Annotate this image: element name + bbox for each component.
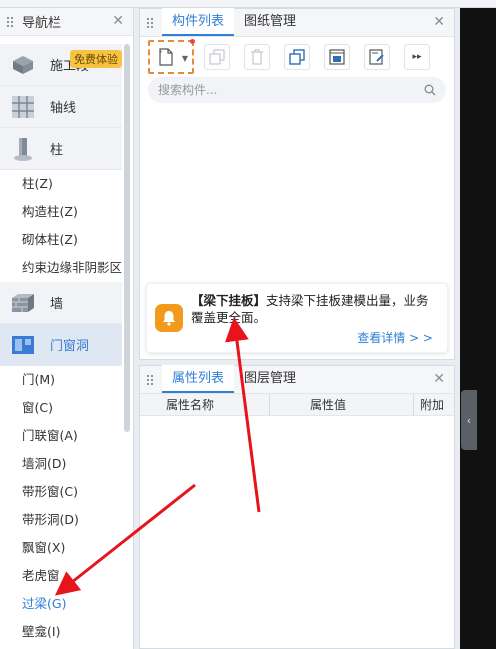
nav-item-masonry-column[interactable]: 砌体柱(Z): [0, 226, 122, 254]
copy-button[interactable]: [204, 44, 230, 70]
nav-cat-axis[interactable]: 轴线: [0, 86, 122, 128]
search-input[interactable]: [158, 83, 424, 97]
nav-item-door-window[interactable]: 门联窗(A): [0, 422, 122, 450]
nav-list: 施工段 免费体验 轴线 柱 柱(Z) 构造柱(Z) 砌体柱(Z) 约束边缘非阴影…: [0, 44, 122, 646]
grid-icon: [10, 94, 36, 120]
component-list-panel: 构件列表 图纸管理 ✕ * ▼ ▸▸ 搜索构件... 【梁下挂板】支持梁下挂板建…: [139, 8, 455, 360]
property-table-header: 属性名称 属性值 附加: [140, 394, 454, 416]
promo-title: 【梁下挂板】: [191, 293, 267, 308]
nav-cat-column[interactable]: 柱: [0, 128, 122, 170]
tab-property-list[interactable]: 属性列表: [162, 365, 235, 393]
property-tabs: 属性列表 图层管理 ✕: [140, 365, 454, 394]
tab-layer-management[interactable]: 图层管理: [234, 365, 306, 393]
nav-item-lintel[interactable]: 过梁(G): [0, 590, 122, 618]
bell-icon: [155, 304, 183, 332]
nav-cat-wall[interactable]: 墙: [0, 282, 122, 324]
layer-copy-button[interactable]: [284, 44, 310, 70]
nav-item-wall-opening[interactable]: 墙洞(D): [0, 450, 122, 478]
trash-icon: [251, 49, 263, 65]
close-icon[interactable]: ✕: [112, 13, 124, 29]
nav-item-edge-constraint[interactable]: 约束边缘非阴影区...: [0, 254, 122, 282]
new-component-button[interactable]: * ▼: [148, 39, 195, 74]
component-toolbar: * ▼ ▸▸: [140, 37, 454, 77]
column-header-property-value: 属性值: [270, 394, 414, 415]
navigation-panel: 导航栏 ✕ 施工段 免费体验 轴线 柱 柱(Z) 构造柱(Z) 砌体柱(Z) 约…: [0, 8, 134, 649]
nav-header: 导航栏 ✕: [0, 8, 133, 36]
svg-text:*: *: [159, 49, 163, 57]
door-window-icon: [10, 332, 36, 358]
promo-card: 【梁下挂板】支持梁下挂板建模出量，业务覆盖更全面。 查看详情 > >: [146, 283, 448, 353]
wall-icon: [10, 290, 36, 316]
more-tools-button[interactable]: ▸▸: [404, 44, 430, 70]
nav-title: 导航栏: [22, 16, 62, 31]
canvas-area: [460, 8, 496, 649]
free-trial-badge[interactable]: 免费体验: [70, 50, 122, 68]
notification-dot: [190, 39, 195, 44]
chevron-left-icon: ‹: [466, 413, 472, 427]
collapse-panel-tab[interactable]: ‹: [461, 390, 477, 450]
batch-edit-button[interactable]: [364, 44, 390, 70]
component-search[interactable]: [148, 77, 446, 103]
close-icon[interactable]: ✕: [433, 371, 445, 387]
nav-cat-label: 轴线: [50, 101, 77, 116]
drag-handle-icon[interactable]: [146, 16, 154, 29]
nav-item-door[interactable]: 门(M): [0, 366, 122, 394]
search-icon[interactable]: [424, 84, 436, 96]
drag-handle-icon[interactable]: [6, 15, 14, 28]
view-details-link[interactable]: 查看详情 > >: [357, 329, 433, 346]
batch-edit-icon: [369, 49, 384, 65]
nav-cat-label: 墙: [50, 297, 64, 312]
nav-item-dormer-window[interactable]: 老虎窗: [0, 562, 122, 590]
column-icon: [10, 136, 36, 162]
double-chevron-right-icon: ▸▸: [412, 52, 422, 62]
nav-cat-construction-section[interactable]: 施工段 免费体验: [0, 44, 122, 86]
top-strip: [0, 0, 496, 8]
delete-button[interactable]: [244, 44, 270, 70]
nav-scrollbar[interactable]: [124, 44, 130, 432]
copy-icon: [209, 49, 225, 65]
nav-item-niche[interactable]: 壁龛(I): [0, 618, 122, 646]
tab-component-list[interactable]: 构件列表: [162, 8, 235, 36]
nav-cat-label: 柱: [50, 143, 64, 158]
nav-item-window[interactable]: 窗(C): [0, 394, 122, 422]
nav-cat-label: 门窗洞: [50, 339, 90, 354]
tab-drawing-management[interactable]: 图纸管理: [234, 8, 306, 36]
component-tabs: 构件列表 图纸管理 ✕: [140, 8, 454, 37]
floor-copy-icon: [329, 49, 345, 65]
column-header-property-name: 属性名称: [140, 394, 270, 415]
column-header-attach: 附加: [420, 398, 445, 412]
promo-text: 【梁下挂板】支持梁下挂板建模出量，业务覆盖更全面。: [191, 292, 441, 326]
nav-item-column[interactable]: 柱(Z): [0, 170, 122, 198]
property-panel: 属性列表 图层管理 ✕ 属性名称 属性值 附加: [139, 365, 455, 649]
nav-item-bay-window[interactable]: 飘窗(X): [0, 534, 122, 562]
nav-item-strip-opening[interactable]: 带形洞(D): [0, 506, 122, 534]
close-icon[interactable]: ✕: [433, 14, 445, 30]
layer-copy-icon: [289, 49, 305, 65]
nav-item-constructional-column[interactable]: 构造柱(Z): [0, 198, 122, 226]
drag-handle-icon[interactable]: [146, 373, 154, 386]
floor-copy-button[interactable]: [324, 44, 350, 70]
construction-section-icon: [10, 52, 36, 78]
new-file-icon: *: [159, 48, 173, 66]
chevron-down-icon[interactable]: ▼: [182, 54, 188, 63]
nav-item-strip-window[interactable]: 带形窗(C): [0, 478, 122, 506]
nav-cat-door-window-opening[interactable]: 门窗洞: [0, 324, 122, 366]
